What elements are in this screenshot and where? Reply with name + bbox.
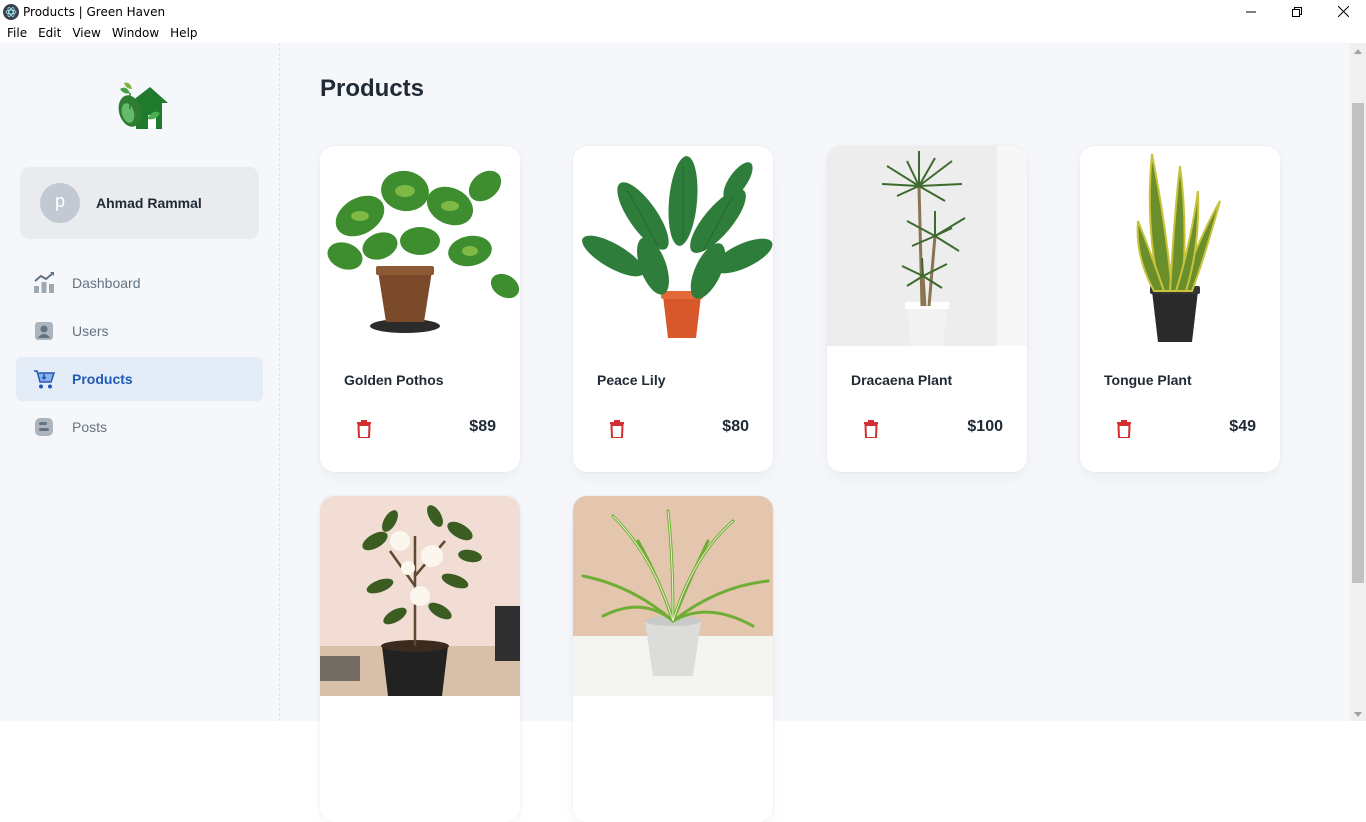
- green-haven-logo[interactable]: [112, 79, 170, 135]
- close-icon: [1337, 6, 1349, 17]
- delete-button[interactable]: [607, 418, 627, 440]
- vertical-scrollbar[interactable]: [1350, 43, 1366, 721]
- avatar: p: [40, 183, 80, 223]
- product-card[interactable]: Golden Pothos $89: [320, 146, 520, 472]
- menu-edit[interactable]: Edit: [34, 26, 65, 40]
- close-button[interactable]: [1320, 0, 1366, 23]
- delete-button[interactable]: [861, 418, 881, 440]
- window-titlebar: Products | Green Haven: [0, 0, 1366, 23]
- window-title: Products | Green Haven: [23, 4, 166, 19]
- product-card[interactable]: [573, 496, 773, 822]
- product-image: [573, 146, 773, 346]
- delete-button[interactable]: [1114, 418, 1134, 440]
- product-card[interactable]: Dracaena Plant $100: [827, 146, 1027, 472]
- product-image: [827, 146, 1027, 346]
- trash-icon: [864, 420, 878, 438]
- minimize-button[interactable]: [1228, 0, 1274, 23]
- sidebar-item-label: Dashboard: [72, 275, 141, 291]
- sidebar: p Ahmad Rammal Dashboard Users Products …: [0, 43, 280, 721]
- user-card[interactable]: p Ahmad Rammal: [20, 167, 259, 239]
- product-card[interactable]: [320, 496, 520, 822]
- page-title: Products: [320, 75, 425, 102]
- product-price: $80: [722, 418, 749, 435]
- menu-bar: File Edit View Window Help: [0, 23, 1366, 43]
- product-name: Golden Pothos: [344, 372, 444, 388]
- user-name: Ahmad Rammal: [96, 195, 202, 211]
- menu-window[interactable]: Window: [108, 26, 163, 40]
- main-content: Products Golden Pothos $89 Peace Lily $8…: [281, 43, 1350, 822]
- product-name: Dracaena Plant: [851, 372, 953, 388]
- post-icon: [33, 416, 55, 438]
- trash-icon: [610, 420, 624, 438]
- scroll-down-icon[interactable]: [1354, 712, 1362, 717]
- electron-icon: [3, 3, 19, 20]
- trash-icon: [357, 420, 371, 438]
- sidebar-item-label: Products: [72, 371, 133, 387]
- sidebar-nav: Dashboard Users Products Posts: [16, 261, 263, 453]
- menu-file[interactable]: File: [3, 26, 31, 40]
- product-price: $100: [967, 418, 1003, 435]
- product-image: [320, 496, 520, 696]
- scroll-thumb[interactable]: [1352, 103, 1364, 583]
- menu-help[interactable]: Help: [166, 26, 201, 40]
- product-image: [320, 146, 520, 346]
- product-name: Peace Lily: [597, 372, 666, 388]
- restore-icon: [1292, 6, 1302, 17]
- sidebar-item-dashboard[interactable]: Dashboard: [16, 261, 263, 305]
- product-price: $89: [469, 418, 496, 435]
- product-price: $49: [1229, 418, 1256, 435]
- product-card[interactable]: Peace Lily $80: [573, 146, 773, 472]
- sidebar-item-users[interactable]: Users: [16, 309, 263, 353]
- restore-button[interactable]: [1274, 0, 1320, 23]
- product-name: Tongue Plant: [1104, 372, 1192, 388]
- product-image: [573, 496, 773, 696]
- sidebar-item-label: Posts: [72, 419, 108, 435]
- minimize-icon: [1246, 11, 1256, 12]
- trash-icon: [1117, 420, 1131, 438]
- chart-icon: [33, 272, 55, 294]
- product-card[interactable]: Tongue Plant $49: [1080, 146, 1280, 472]
- delete-button[interactable]: [354, 418, 374, 440]
- user-icon: [33, 320, 55, 342]
- product-image: [1080, 146, 1280, 346]
- scroll-up-icon[interactable]: [1354, 49, 1362, 54]
- sidebar-item-products[interactable]: Products: [16, 357, 263, 401]
- cart-icon: [33, 368, 55, 390]
- sidebar-item-label: Users: [72, 323, 109, 339]
- menu-view[interactable]: View: [68, 26, 104, 40]
- app-content: p Ahmad Rammal Dashboard Users Products …: [0, 43, 1350, 822]
- sidebar-item-posts[interactable]: Posts: [16, 405, 263, 449]
